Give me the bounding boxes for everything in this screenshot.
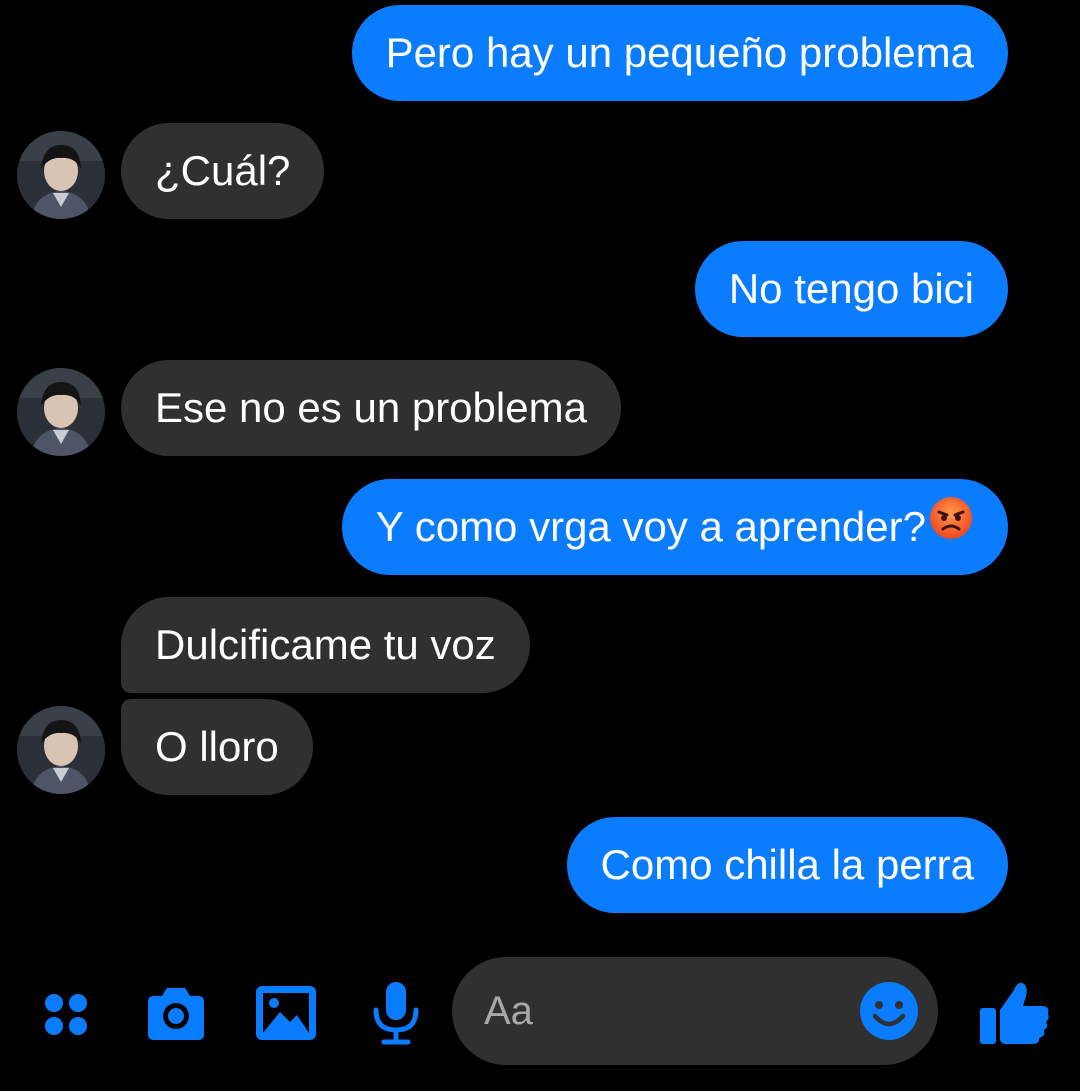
menu-dots-icon[interactable] (30, 978, 102, 1050)
message-text: Pero hay un pequeño problema (385, 29, 974, 76)
message-outgoing[interactable]: No tengo bici (694, 241, 1008, 337)
microphone-icon[interactable] (360, 978, 432, 1050)
message-text: Ese no es un problema (155, 384, 587, 431)
angry-face-emoji (928, 479, 974, 575)
message-incoming[interactable]: Ese no es un problema (121, 360, 621, 456)
avatar-photo (17, 706, 105, 794)
message-incoming[interactable]: O lloro (121, 699, 313, 795)
avatar-photo (17, 368, 105, 456)
message-incoming[interactable]: ¿Cuál? (121, 123, 325, 219)
message-outgoing[interactable]: Pero hay un pequeño problema (351, 5, 1008, 101)
message-text: O lloro (155, 723, 279, 770)
thumbs-up-icon[interactable] (976, 974, 1049, 1046)
contact-avatar[interactable] (17, 706, 105, 794)
message-text: ¿Cuál? (155, 147, 291, 194)
message-text: Dulcificame tu voz (155, 621, 496, 668)
message-outgoing[interactable]: Como chilla la perra (566, 817, 1008, 913)
contact-avatar[interactable] (17, 131, 105, 219)
message-text: No tengo bici (728, 265, 974, 312)
camera-icon[interactable] (140, 978, 212, 1050)
message-input[interactable]: Aa (484, 957, 533, 1065)
message-text: Como chilla la perra (600, 841, 975, 888)
avatar-photo (17, 131, 105, 219)
contact-avatar[interactable] (17, 368, 105, 456)
message-text: Y como vrga voy a aprender? (375, 503, 926, 550)
emoji-icon[interactable] (858, 980, 920, 1042)
message-incoming[interactable]: Dulcificame tu voz (121, 597, 530, 693)
message-composer[interactable]: Aa (452, 957, 938, 1065)
message-outgoing[interactable]: Y como vrga voy a aprender? (341, 479, 1008, 575)
gallery-icon[interactable] (250, 978, 322, 1050)
